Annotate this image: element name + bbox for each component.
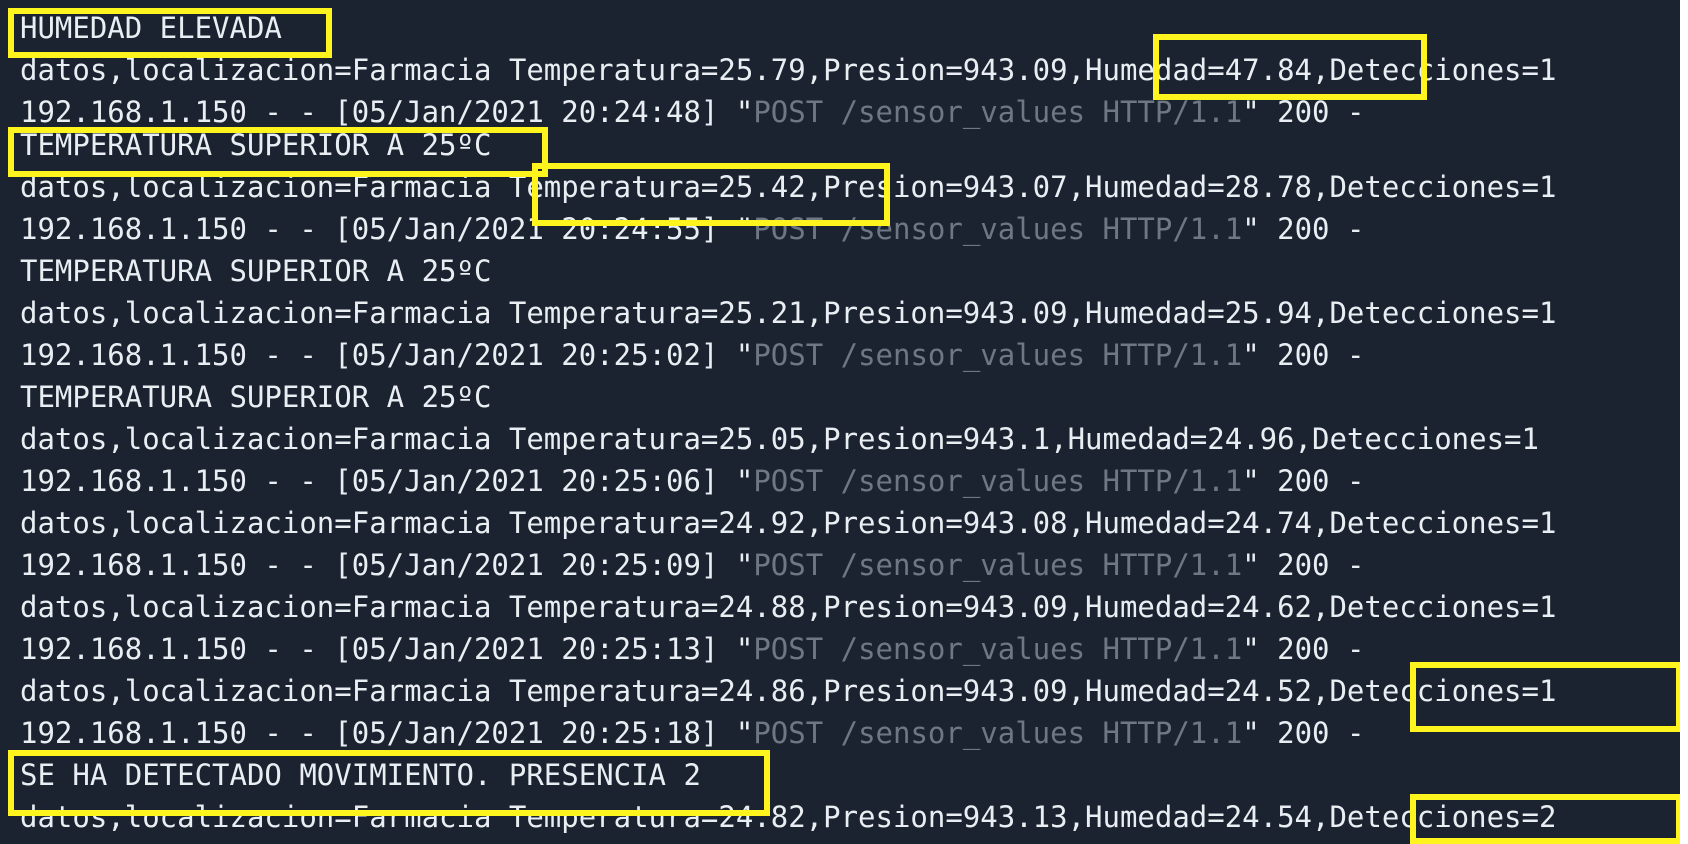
log-suffix: " 200 - xyxy=(1242,464,1365,498)
log-suffix: " 200 - xyxy=(1242,212,1365,246)
log-request: POST /sensor_values HTTP/1.1 xyxy=(753,716,1243,750)
log-request: POST /sensor_values HTTP/1.1 xyxy=(753,212,1243,246)
log-prefix: 192.168.1.150 - - [05/Jan/2021 20:25:13]… xyxy=(20,632,754,666)
log-line: 192.168.1.150 - - [05/Jan/2021 20:24:55]… xyxy=(20,209,1364,249)
data-line: datos,localizacion=Farmacia Temperatura=… xyxy=(20,53,1557,87)
log-line: 192.168.1.150 - - [05/Jan/2021 20:25:18]… xyxy=(20,713,1364,753)
log-prefix: 192.168.1.150 - - [05/Jan/2021 20:25:02]… xyxy=(20,338,754,372)
alert-line: TEMPERATURA SUPERIOR A 25ºC xyxy=(20,128,492,162)
data-line: datos,localizacion=Farmacia Temperatura=… xyxy=(20,422,1539,456)
window-edge xyxy=(1680,0,1688,844)
alert-line: TEMPERATURA SUPERIOR A 25ºC xyxy=(20,254,492,288)
log-line: 192.168.1.150 - - [05/Jan/2021 20:25:02]… xyxy=(20,335,1364,375)
log-request: POST /sensor_values HTTP/1.1 xyxy=(753,95,1243,129)
log-suffix: " 200 - xyxy=(1242,716,1365,750)
data-line: datos,localizacion=Farmacia Temperatura=… xyxy=(20,170,1557,204)
log-line: 192.168.1.150 - - [05/Jan/2021 20:25:06]… xyxy=(20,461,1364,501)
log-suffix: " 200 - xyxy=(1242,632,1365,666)
alert-line: TEMPERATURA SUPERIOR A 25ºC xyxy=(20,380,492,414)
log-prefix: 192.168.1.150 - - [05/Jan/2021 20:25:06]… xyxy=(20,464,754,498)
log-line: 192.168.1.150 - - [05/Jan/2021 20:25:13]… xyxy=(20,629,1364,669)
log-line: 192.168.1.150 - - [05/Jan/2021 20:25:09]… xyxy=(20,545,1364,585)
alert-line: SE HA DETECTADO MOVIMIENTO. PRESENCIA 2 xyxy=(20,758,701,792)
data-line: datos,localizacion=Farmacia Temperatura=… xyxy=(20,590,1557,624)
log-prefix: 192.168.1.150 - - [05/Jan/2021 20:24:48]… xyxy=(20,95,754,129)
log-prefix: 192.168.1.150 - - [05/Jan/2021 20:24:55]… xyxy=(20,212,754,246)
log-request: POST /sensor_values HTTP/1.1 xyxy=(753,338,1243,372)
log-suffix: " 200 - xyxy=(1242,95,1365,129)
data-line: datos,localizacion=Farmacia Temperatura=… xyxy=(20,296,1557,330)
data-line: datos,localizacion=Farmacia Temperatura=… xyxy=(20,674,1557,708)
log-prefix: 192.168.1.150 - - [05/Jan/2021 20:25:18]… xyxy=(20,716,754,750)
log-suffix: " 200 - xyxy=(1242,338,1365,372)
terminal-output: HUMEDAD ELEVADA datos,localizacion=Farma… xyxy=(0,0,1688,844)
log-suffix: " 200 - xyxy=(1242,548,1365,582)
alert-line: HUMEDAD ELEVADA xyxy=(20,11,282,45)
data-line: datos,localizacion=Farmacia Temperatura=… xyxy=(20,506,1557,540)
log-prefix: 192.168.1.150 - - [05/Jan/2021 20:25:09]… xyxy=(20,548,754,582)
log-request: POST /sensor_values HTTP/1.1 xyxy=(753,632,1243,666)
log-request: POST /sensor_values HTTP/1.1 xyxy=(753,548,1243,582)
data-line: datos,localizacion=Farmacia Temperatura=… xyxy=(20,800,1557,834)
log-request: POST /sensor_values HTTP/1.1 xyxy=(753,464,1243,498)
